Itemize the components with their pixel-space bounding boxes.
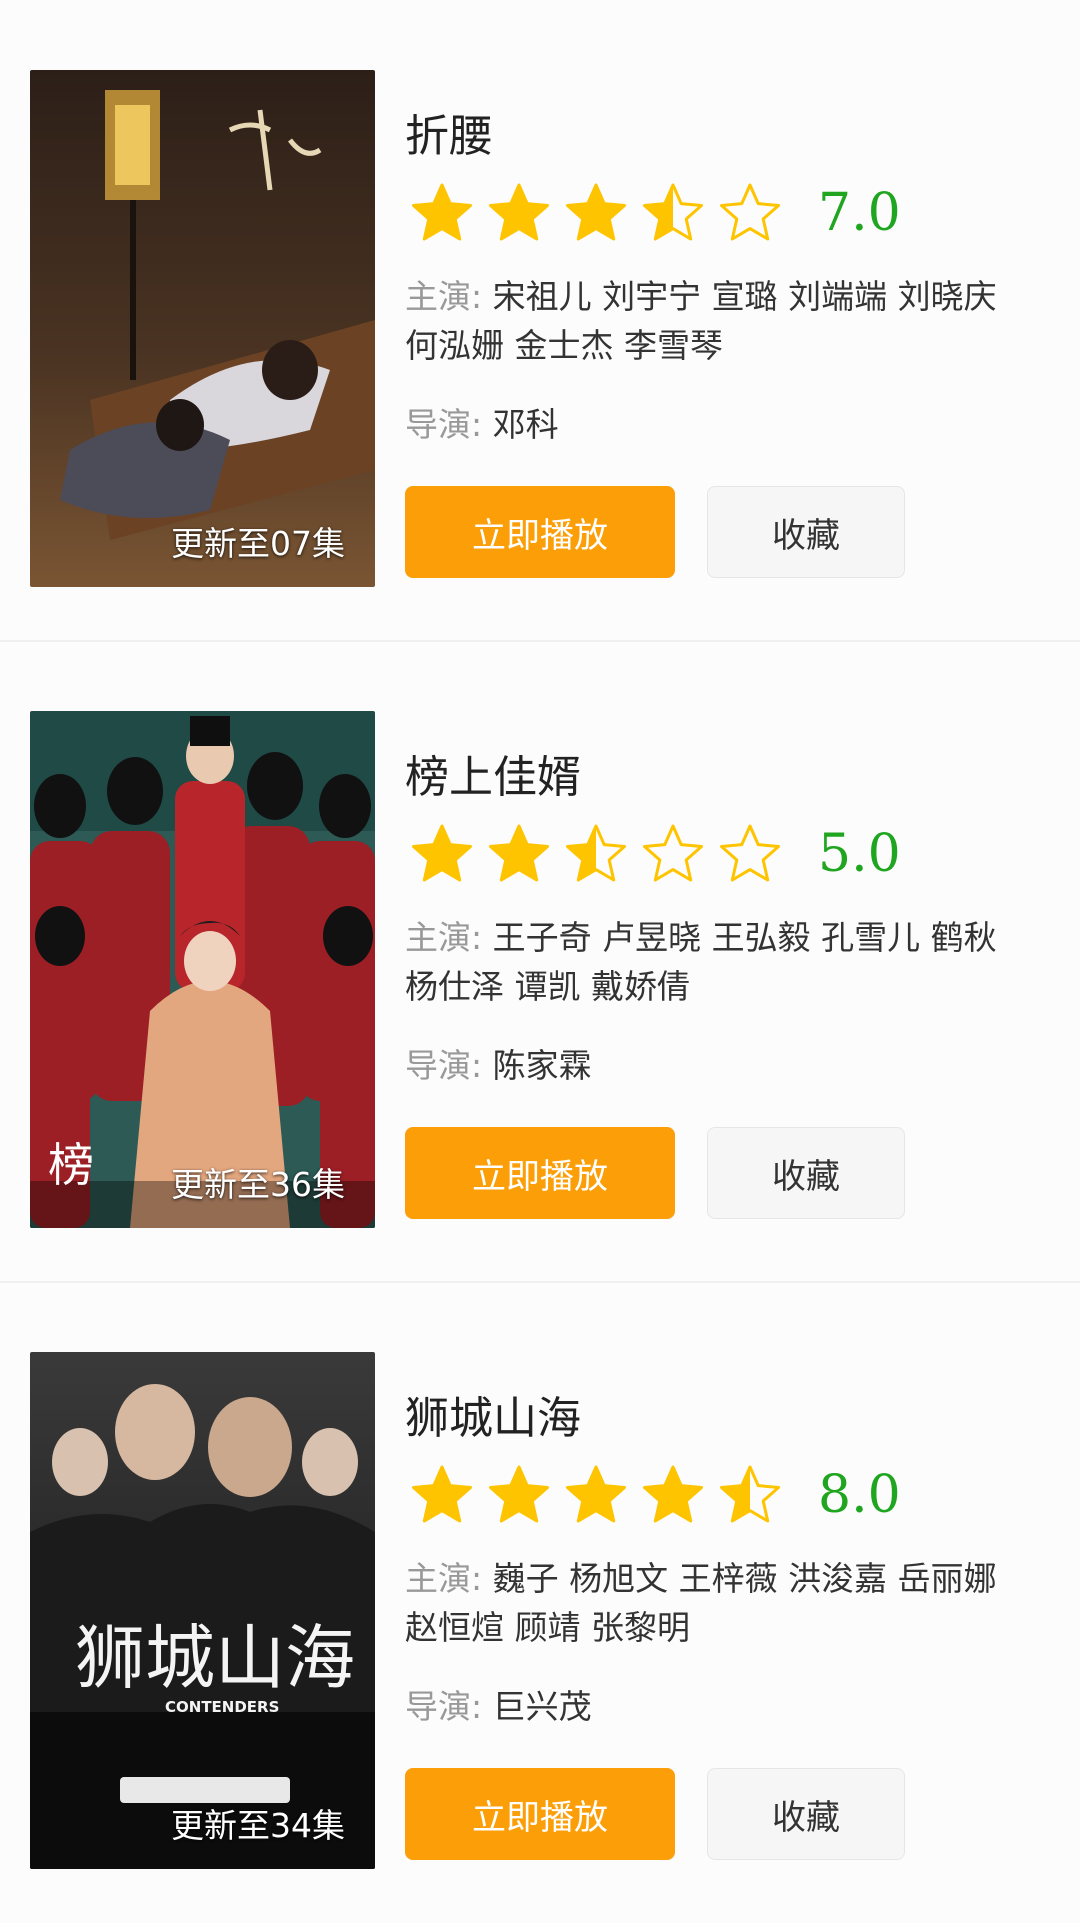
director-name: 陈家霖 xyxy=(492,1046,592,1085)
favorite-button[interactable]: 收藏 xyxy=(707,1127,905,1219)
cast-names: 王子奇 卢昱晓 王弘毅 孔雪儿 鹤秋 杨仕泽 谭凯 戴娇倩 xyxy=(405,918,997,1006)
star-full-icon xyxy=(489,1465,549,1523)
rating-score: 7.0 xyxy=(818,183,901,243)
poster-title-art: 狮城山海 xyxy=(75,1617,355,1699)
rating-score: 5.0 xyxy=(818,824,901,884)
poster-image[interactable]: 狮城山海 CONTENDERS 更新至34集 xyxy=(30,1352,375,1869)
star-full-icon xyxy=(412,824,472,882)
star-half-icon xyxy=(566,824,626,882)
star-full-icon xyxy=(489,824,549,882)
star-empty-icon xyxy=(643,824,703,882)
drama-card[interactable]: 狮城山海 CONTENDERS 更新至34集 狮城山海 8.0 主演: 巍子 杨… xyxy=(0,1282,1080,1922)
star-half-icon xyxy=(643,183,703,241)
director-label: 导演: xyxy=(405,405,483,444)
poster-title-char: 榜 xyxy=(48,1138,94,1192)
star-full-icon xyxy=(489,183,549,241)
favorite-button[interactable]: 收藏 xyxy=(707,486,905,578)
drama-list: 更新至07集 折腰 7.0 主演: 宋祖儿 刘宇宁 宣璐 刘端端 刘晓庆 何泓姗… xyxy=(0,0,1080,1923)
episode-badge: 更新至34集 xyxy=(171,1806,345,1845)
rating-score: 8.0 xyxy=(818,1465,901,1525)
drama-title[interactable]: 榜上佳婿 xyxy=(405,741,581,805)
director-line: 导演: 邓科 xyxy=(405,400,559,449)
director-label: 导演: xyxy=(405,1687,483,1726)
poster-art-bangshangjiaxu: 榜 xyxy=(30,711,375,1228)
director-name: 巨兴茂 xyxy=(492,1687,592,1726)
play-now-button[interactable]: 立即播放 xyxy=(405,1768,675,1860)
star-full-icon xyxy=(412,1465,472,1523)
favorite-button[interactable]: 收藏 xyxy=(707,1768,905,1860)
director-line: 导演: 陈家霖 xyxy=(405,1041,592,1090)
director-label: 导演: xyxy=(405,1046,483,1085)
star-rating xyxy=(410,180,795,246)
director-name: 邓科 xyxy=(492,405,559,444)
poster-subtitle: CONTENDERS xyxy=(165,1698,279,1716)
star-empty-icon xyxy=(720,824,780,882)
play-now-button[interactable]: 立即播放 xyxy=(405,486,675,578)
star-full-icon xyxy=(412,183,472,241)
episode-badge: 更新至07集 xyxy=(171,524,345,563)
poster-art-shichengshanhai: 狮城山海 CONTENDERS xyxy=(30,1352,375,1869)
drama-card[interactable]: 榜 更新至36集 榜上佳婿 5.0 主演: 王子奇 卢昱晓 王弘毅 孔雪儿 鹤秋… xyxy=(0,641,1080,1281)
episode-badge: 更新至36集 xyxy=(171,1165,345,1204)
poster-art-zheyao xyxy=(30,70,375,587)
cast-line: 主演: 巍子 杨旭文 王梓薇 洪浚嘉 岳丽娜 赵恒煊 顾靖 张黎明 xyxy=(405,1554,1020,1652)
drama-title[interactable]: 狮城山海 xyxy=(405,1382,581,1446)
cast-line: 主演: 宋祖儿 刘宇宁 宣璐 刘端端 刘晓庆 何泓姗 金士杰 李雪琴 xyxy=(405,272,1020,370)
star-half-icon xyxy=(720,1465,780,1523)
drama-card[interactable]: 更新至07集 折腰 7.0 主演: 宋祖儿 刘宇宁 宣璐 刘端端 刘晓庆 何泓姗… xyxy=(0,0,1080,640)
cast-line: 主演: 王子奇 卢昱晓 王弘毅 孔雪儿 鹤秋 杨仕泽 谭凯 戴娇倩 xyxy=(405,913,1020,1011)
cast-label: 主演: xyxy=(405,918,483,957)
star-full-icon xyxy=(566,1465,626,1523)
cast-label: 主演: xyxy=(405,1559,483,1598)
play-now-button[interactable]: 立即播放 xyxy=(405,1127,675,1219)
star-empty-icon xyxy=(720,183,780,241)
cast-names: 宋祖儿 刘宇宁 宣璐 刘端端 刘晓庆 何泓姗 金士杰 李雪琴 xyxy=(405,277,997,365)
cast-names: 巍子 杨旭文 王梓薇 洪浚嘉 岳丽娜 赵恒煊 顾靖 张黎明 xyxy=(405,1559,997,1647)
drama-title[interactable]: 折腰 xyxy=(405,100,493,164)
star-full-icon xyxy=(566,183,626,241)
cast-label: 主演: xyxy=(405,277,483,316)
poster-image[interactable]: 更新至07集 xyxy=(30,70,375,587)
star-full-icon xyxy=(643,1465,703,1523)
poster-image[interactable]: 榜 更新至36集 xyxy=(30,711,375,1228)
star-rating xyxy=(410,821,795,887)
director-line: 导演: 巨兴茂 xyxy=(405,1682,592,1731)
star-rating xyxy=(410,1462,795,1528)
